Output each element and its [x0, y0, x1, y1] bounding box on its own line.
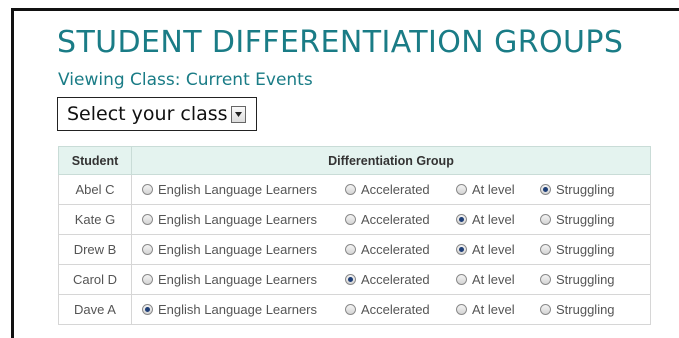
- student-name: Carol D: [58, 264, 132, 295]
- radio-option-at-level[interactable]: At level: [456, 242, 540, 257]
- table-row: Drew B English Language Learners Accelerat…: [58, 234, 651, 265]
- radio-option-accelerated[interactable]: Accelerated: [345, 182, 456, 197]
- radio-label: Accelerated: [361, 182, 430, 197]
- radio-label: At level: [472, 212, 515, 227]
- radio-button[interactable]: [345, 304, 356, 315]
- radio-option-struggling[interactable]: Struggling: [540, 272, 630, 287]
- radio-button[interactable]: [456, 274, 467, 285]
- page-title: STUDENT DIFFERENTIATION GROUPS: [57, 25, 624, 60]
- radio-option-struggling[interactable]: Struggling: [540, 242, 630, 257]
- radio-button[interactable]: [345, 214, 356, 225]
- radio-label: Struggling: [556, 272, 615, 287]
- radio-button[interactable]: [456, 184, 467, 195]
- student-name: Dave A: [58, 294, 132, 325]
- radio-label: Struggling: [556, 302, 615, 317]
- table-row: Dave A English Language Learners Accelerat…: [58, 294, 651, 325]
- radio-option-at-level[interactable]: At level: [456, 302, 540, 317]
- radio-option-struggling[interactable]: Struggling: [540, 182, 630, 197]
- radio-label: Accelerated: [361, 242, 430, 257]
- radio-label: Accelerated: [361, 272, 430, 287]
- radio-label: Struggling: [556, 242, 615, 257]
- radio-button[interactable]: [345, 184, 356, 195]
- student-column-header: Student: [58, 146, 132, 175]
- group-column-header: Differentiation Group: [131, 146, 651, 175]
- radio-button[interactable]: [142, 184, 153, 195]
- radio-option-at-level[interactable]: At level: [456, 182, 540, 197]
- radio-label: At level: [472, 242, 515, 257]
- radio-label: English Language Learners: [158, 302, 318, 317]
- radio-option-accelerated[interactable]: Accelerated: [345, 272, 456, 287]
- radio-option-accelerated[interactable]: Accelerated: [345, 242, 456, 257]
- chevron-down-icon[interactable]: [231, 105, 246, 123]
- radio-option-ell[interactable]: English Language Learners: [142, 182, 345, 197]
- radio-option-ell[interactable]: English Language Learners: [142, 302, 345, 317]
- radio-button[interactable]: [456, 304, 467, 315]
- class-select[interactable]: Select your class: [57, 97, 257, 131]
- class-select-value: Select your class: [67, 103, 228, 125]
- radio-button[interactable]: [142, 214, 153, 225]
- group-options: English Language Learners Accelerated At l…: [131, 204, 651, 235]
- radio-option-at-level[interactable]: At level: [456, 212, 540, 227]
- radio-label: Accelerated: [361, 212, 430, 227]
- radio-button[interactable]: [142, 304, 153, 315]
- radio-button[interactable]: [345, 274, 356, 285]
- table-row: Abel C English Language Learners Accelerat…: [58, 174, 651, 205]
- group-options: English Language Learners Accelerated At l…: [131, 174, 651, 205]
- radio-button[interactable]: [142, 244, 153, 255]
- radio-label: At level: [472, 272, 515, 287]
- student-name: Drew B: [58, 234, 132, 265]
- radio-label: At level: [472, 182, 515, 197]
- group-options: English Language Learners Accelerated At l…: [131, 264, 651, 295]
- table-header-row: Student Differentiation Group: [58, 146, 651, 175]
- radio-button[interactable]: [345, 244, 356, 255]
- radio-button[interactable]: [540, 184, 551, 195]
- radio-option-ell[interactable]: English Language Learners: [142, 212, 345, 227]
- radio-option-ell[interactable]: English Language Learners: [142, 242, 345, 257]
- radio-button[interactable]: [540, 214, 551, 225]
- radio-option-at-level[interactable]: At level: [456, 272, 540, 287]
- table-row: Kate G English Language Learners Accelerat…: [58, 204, 651, 235]
- differentiation-table: Student Differentiation Group Abel C Engl…: [58, 146, 651, 325]
- radio-option-struggling[interactable]: Struggling: [540, 302, 630, 317]
- viewing-class-label: Viewing Class: Current Events: [58, 70, 313, 90]
- radio-option-struggling[interactable]: Struggling: [540, 212, 630, 227]
- radio-button[interactable]: [540, 304, 551, 315]
- group-options: English Language Learners Accelerated At l…: [131, 234, 651, 265]
- radio-label: Struggling: [556, 212, 615, 227]
- radio-label: English Language Learners: [158, 242, 318, 257]
- table-row: Carol D English Language Learners Accelera…: [58, 264, 651, 295]
- radio-button[interactable]: [456, 214, 467, 225]
- radio-option-accelerated[interactable]: Accelerated: [345, 212, 456, 227]
- student-name: Kate G: [58, 204, 132, 235]
- radio-option-accelerated[interactable]: Accelerated: [345, 302, 456, 317]
- group-options: English Language Learners Accelerated At l…: [131, 294, 651, 325]
- radio-label: English Language Learners: [158, 182, 318, 197]
- radio-button[interactable]: [540, 274, 551, 285]
- radio-label: English Language Learners: [158, 212, 318, 227]
- radio-option-ell[interactable]: English Language Learners: [142, 272, 345, 287]
- radio-button[interactable]: [540, 244, 551, 255]
- radio-label: English Language Learners: [158, 272, 318, 287]
- radio-label: Struggling: [556, 182, 615, 197]
- radio-label: At level: [472, 302, 515, 317]
- radio-button[interactable]: [456, 244, 467, 255]
- radio-button[interactable]: [142, 274, 153, 285]
- radio-label: Accelerated: [361, 302, 430, 317]
- student-name: Abel C: [58, 174, 132, 205]
